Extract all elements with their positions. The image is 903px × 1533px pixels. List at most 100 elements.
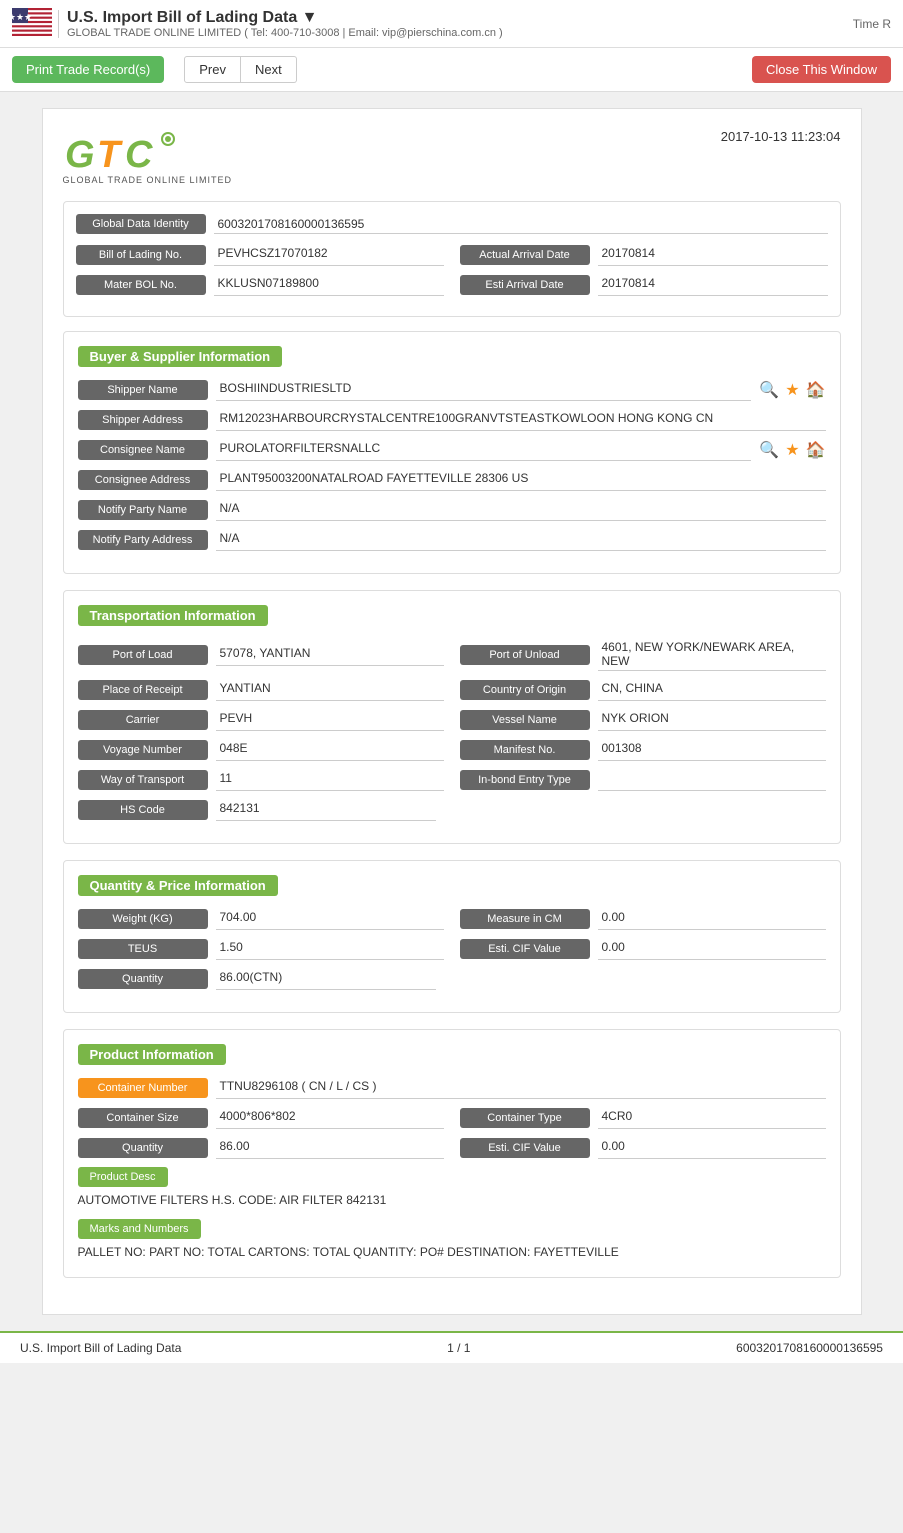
way-inbond-row: Way of Transport 11 In-bond Entry Type [78, 769, 826, 791]
carrier-vessel-row: Carrier PEVH Vessel Name NYK ORION [78, 709, 826, 731]
voyage-number-label: Voyage Number [78, 740, 208, 760]
measure-label: Measure in CM [460, 909, 590, 929]
consignee-name-value: PUROLATORFILTERSNALLC [216, 439, 752, 461]
container-number-row: Container Number TTNU8296108 ( CN / L / … [78, 1077, 826, 1099]
vessel-name-value: NYK ORION [598, 709, 826, 731]
nav-group: Prev Next [184, 56, 296, 83]
product-info-header: Product Information [78, 1044, 226, 1065]
hs-code-label: HS Code [78, 800, 208, 820]
marks-section: Marks and Numbers PALLET NO: PART NO: TO… [78, 1211, 826, 1259]
app-title-area: U.S. Import Bill of Lading Data ▼ GLOBAL… [67, 9, 853, 39]
port-load-unload-row: Port of Load 57078, YANTIAN Port of Unlo… [78, 638, 826, 671]
shipper-address-row: Shipper Address RM12023HARBOURCRYSTALCEN… [78, 409, 826, 431]
notify-party-address-value: N/A [216, 529, 826, 551]
teus-value: 1.50 [216, 938, 444, 960]
next-button[interactable]: Next [241, 56, 297, 83]
flag-icon: ★★★ [12, 8, 52, 39]
port-of-load-value: 57078, YANTIAN [216, 644, 444, 666]
shipper-home-icon[interactable]: 🏠 [806, 380, 826, 400]
esti-cif-half: Esti. CIF Value 0.00 [460, 938, 826, 960]
time-label: Time R [853, 17, 891, 31]
master-bol-row: Mater BOL No. KKLUSN07189800 Esti Arriva… [76, 274, 828, 296]
buyer-supplier-card: Buyer & Supplier Information Shipper Nam… [63, 331, 841, 574]
close-window-button[interactable]: Close This Window [752, 56, 891, 83]
container-type-label: Container Type [460, 1108, 590, 1128]
weight-value: 704.00 [216, 908, 444, 930]
shipper-address-label: Shipper Address [78, 410, 208, 430]
marks-text: PALLET NO: PART NO: TOTAL CARTONS: TOTAL… [78, 1245, 826, 1259]
logo-date-row: G T C GLOBAL TRADE ONLINE LIMITED 2017-1… [63, 129, 841, 185]
record-date: 2017-10-13 11:23:04 [721, 129, 841, 144]
notify-party-name-label: Notify Party Name [78, 500, 208, 520]
voyage-manifest-row: Voyage Number 048E Manifest No. 001308 [78, 739, 826, 761]
inbond-entry-value [598, 769, 826, 791]
consignee-star-icon[interactable]: ★ [785, 440, 799, 460]
footer-pagination: 1 / 1 [447, 1341, 470, 1355]
carrier-label: Carrier [78, 710, 208, 730]
consignee-home-icon[interactable]: 🏠 [806, 440, 826, 460]
country-of-origin-value: CN, CHINA [598, 679, 826, 701]
consignee-icons: 🔍 ★ 🏠 [759, 440, 825, 460]
consignee-search-icon[interactable]: 🔍 [759, 440, 779, 460]
app-subtitle: GLOBAL TRADE ONLINE LIMITED ( Tel: 400-7… [67, 27, 853, 39]
measure-half: Measure in CM 0.00 [460, 908, 826, 930]
bol-value: PEVHCSZ17070182 [214, 244, 444, 266]
voyage-number-value: 048E [216, 739, 444, 761]
product-quantity-value: 86.00 [216, 1137, 444, 1159]
prev-button[interactable]: Prev [184, 56, 241, 83]
actual-arrival-label: Actual Arrival Date [460, 245, 590, 265]
manifest-half: Manifest No. 001308 [460, 739, 826, 761]
footer-bar: U.S. Import Bill of Lading Data 1 / 1 60… [0, 1331, 903, 1363]
shipper-star-icon[interactable]: ★ [785, 380, 799, 400]
country-origin-half: Country of Origin CN, CHINA [460, 679, 826, 701]
shipper-address-value: RM12023HARBOURCRYSTALCENTRE100GRANVTSTEA… [216, 409, 826, 431]
logo-area: G T C GLOBAL TRADE ONLINE LIMITED [63, 129, 233, 185]
container-size-value: 4000*806*802 [216, 1107, 444, 1129]
teus-half: TEUS 1.50 [78, 938, 444, 960]
global-data-card: Global Data Identity 6003201708160000136… [63, 201, 841, 317]
app-title: U.S. Import Bill of Lading Data ▼ [67, 9, 853, 27]
place-of-receipt-value: YANTIAN [216, 679, 444, 701]
hs-code-row: HS Code 842131 [78, 799, 826, 821]
product-esti-cif-label: Esti. CIF Value [460, 1138, 590, 1158]
country-of-origin-label: Country of Origin [460, 680, 590, 700]
consignee-name-label: Consignee Name [78, 440, 208, 460]
bol-row: Bill of Lading No. PEVHCSZ17070182 Actua… [76, 244, 828, 266]
footer-page-label: U.S. Import Bill of Lading Data [20, 1341, 181, 1355]
product-qty-half: Quantity 86.00 [78, 1137, 444, 1159]
esti-arrival-value: 20170814 [598, 274, 828, 296]
carrier-value: PEVH [216, 709, 444, 731]
global-identity-label: Global Data Identity [76, 214, 206, 234]
container-size-type-row: Container Size 4000*806*802 Container Ty… [78, 1107, 826, 1129]
container-type-value: 4CR0 [598, 1107, 826, 1129]
print-button[interactable]: Print Trade Record(s) [12, 56, 164, 83]
marks-button[interactable]: Marks and Numbers [78, 1219, 201, 1239]
shipper-search-icon[interactable]: 🔍 [759, 380, 779, 400]
product-cif-half: Esti. CIF Value 0.00 [460, 1137, 826, 1159]
way-transport-half: Way of Transport 11 [78, 769, 444, 791]
product-qty-cif-row: Quantity 86.00 Esti. CIF Value 0.00 [78, 1137, 826, 1159]
port-load-half: Port of Load 57078, YANTIAN [78, 638, 444, 671]
consignee-address-row: Consignee Address PLANT95003200NATALROAD… [78, 469, 826, 491]
transportation-card: Transportation Information Port of Load … [63, 590, 841, 844]
product-quantity-label: Quantity [78, 1138, 208, 1158]
place-receipt-half: Place of Receipt YANTIAN [78, 679, 444, 701]
master-bol-value: KKLUSN07189800 [214, 274, 444, 296]
product-desc-button[interactable]: Product Desc [78, 1167, 168, 1187]
product-desc-text: AUTOMOTIVE FILTERS H.S. CODE: AIR FILTER… [78, 1193, 826, 1207]
way-of-transport-value: 11 [216, 769, 444, 791]
esti-arrival-label: Esti Arrival Date [460, 275, 590, 295]
teus-label: TEUS [78, 939, 208, 959]
product-desc-section: Product Desc AUTOMOTIVE FILTERS H.S. COD… [78, 1167, 826, 1207]
port-of-load-label: Port of Load [78, 645, 208, 665]
logo-graphic: G T C [63, 129, 183, 179]
place-country-row: Place of Receipt YANTIAN Country of Orig… [78, 679, 826, 701]
esti-arrival-half: Esti Arrival Date 20170814 [460, 274, 828, 296]
inbond-entry-label: In-bond Entry Type [460, 770, 590, 790]
svg-text:C: C [125, 134, 153, 176]
product-esti-cif-value: 0.00 [598, 1137, 826, 1159]
container-size-label: Container Size [78, 1108, 208, 1128]
svg-text:★★★: ★★★ [12, 12, 32, 22]
carrier-half: Carrier PEVH [78, 709, 444, 731]
weight-measure-row: Weight (KG) 704.00 Measure in CM 0.00 [78, 908, 826, 930]
